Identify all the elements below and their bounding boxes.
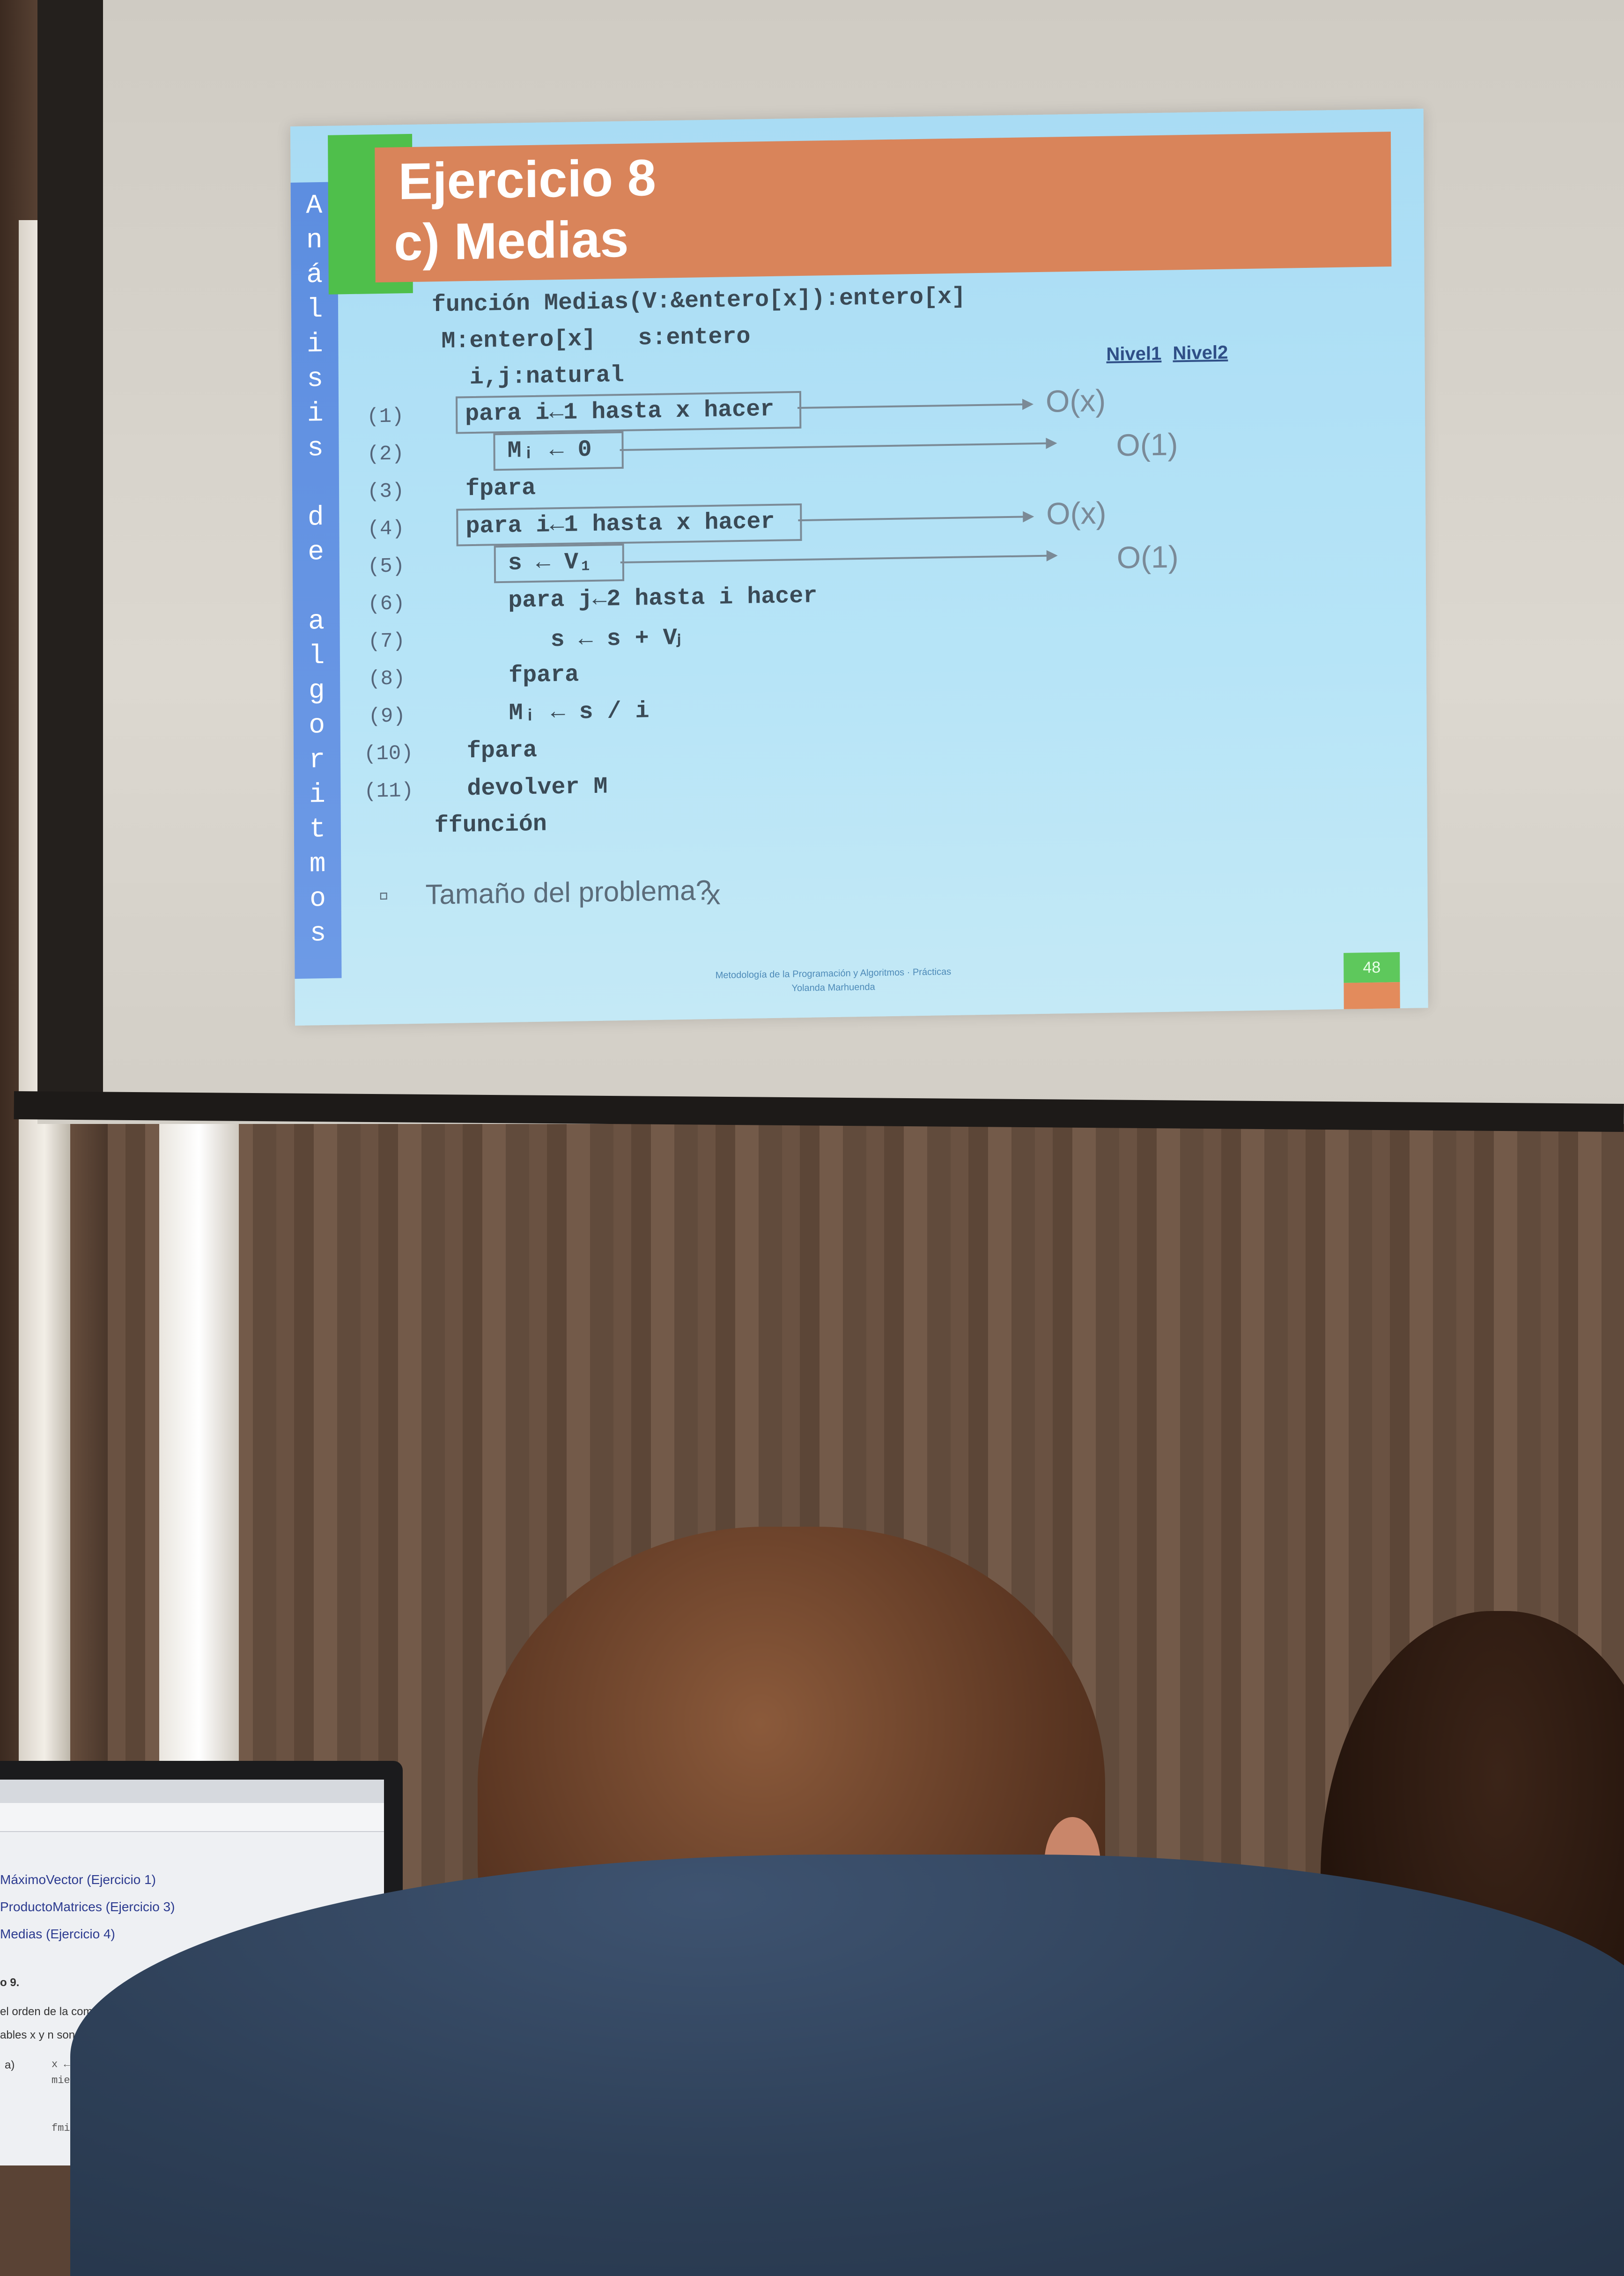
- presentation-slide: A n á l i s i s d e a l g o r i t m o s …: [290, 108, 1428, 1026]
- link-item[interactable]: ProductoMatrices (Ejercicio 3): [0, 1899, 175, 1914]
- line-number: (5): [367, 554, 405, 579]
- code-line: fpara: [465, 474, 536, 503]
- code-line: Mᵢ ← 0: [507, 436, 592, 465]
- line-number: (2): [367, 442, 405, 466]
- code-line: para i←1 hasta x hacer: [465, 508, 775, 540]
- side-letter: m: [309, 849, 326, 880]
- code-line: para i←1 hasta x hacer: [465, 396, 775, 428]
- side-letter: l: [306, 294, 323, 325]
- function-end: ffunción: [434, 811, 547, 840]
- line-number: (1): [367, 405, 404, 429]
- line-number: (8): [368, 667, 406, 691]
- side-letter: s: [307, 363, 324, 395]
- variable-declaration: i,j:natural: [469, 362, 624, 392]
- code-line: s ← s + Vⱼ: [550, 625, 681, 654]
- side-letter: t: [309, 814, 326, 845]
- line-number: (11): [364, 779, 414, 804]
- page-number: 48: [1343, 952, 1400, 983]
- nivel1-label: Nivel1: [1106, 343, 1162, 365]
- student-hoodie: [70, 1855, 1624, 2276]
- arrow: [797, 403, 1032, 409]
- white-pillar: [159, 1119, 239, 1812]
- side-letter: o: [309, 710, 325, 741]
- variable-declaration: M:entero[x] s:entero: [441, 323, 751, 355]
- side-letter: o: [310, 884, 326, 915]
- side-letter: i: [306, 329, 324, 360]
- problem-size-question: Tamaño del problema?: [425, 874, 712, 910]
- code-line: fpara: [466, 737, 538, 765]
- line-number: (6): [368, 592, 405, 616]
- side-letter: e: [308, 537, 325, 568]
- slide-subtitle: c) Medias: [393, 210, 629, 272]
- code-line: fpara: [508, 661, 579, 689]
- slide-title: Ejercicio 8: [398, 148, 657, 211]
- browser-address-bar[interactable]: [0, 1803, 384, 1832]
- arrow: [620, 442, 1056, 451]
- side-letter: l: [308, 641, 325, 672]
- order-label: O(1): [1116, 427, 1178, 463]
- arrow: [798, 516, 1033, 522]
- code-line: Mᵢ ← s / i: [509, 698, 650, 727]
- order-label: O(1): [1116, 539, 1179, 575]
- problem-size-answer: x: [706, 879, 721, 911]
- side-letter: i: [307, 398, 324, 429]
- side-letter: i: [309, 779, 326, 811]
- bullet-icon: ▫: [378, 879, 389, 911]
- line-number: (3): [367, 480, 405, 504]
- order-label: O(x): [1046, 495, 1107, 531]
- section-heading: o 9.: [0, 1976, 20, 1989]
- side-strip: A n á l i s i s d e a l g o r i t m o s: [290, 182, 342, 979]
- nivel2-label: Nivel2: [1173, 342, 1228, 364]
- item-label: a): [5, 2059, 15, 2071]
- arrow: [620, 554, 1056, 564]
- link-item[interactable]: MáximoVector (Ejercicio 1): [0, 1872, 156, 1887]
- side-letter: s: [310, 918, 326, 949]
- side-letter: g: [308, 675, 325, 707]
- line-number: (9): [368, 704, 406, 729]
- code-line: s ← V₁: [508, 548, 593, 577]
- code-line: para j←2 hasta i hacer: [508, 583, 818, 614]
- line-number: (7): [368, 629, 406, 654]
- side-letter: d: [307, 502, 324, 533]
- side-letter: r: [309, 745, 325, 776]
- browser-tab-bar[interactable]: [0, 1780, 384, 1803]
- order-label: O(x): [1045, 383, 1106, 419]
- code-line: devolver M: [467, 773, 608, 803]
- slide-footer-author: Yolanda Marhuenda: [791, 982, 875, 994]
- link-item[interactable]: Medias (Ejercicio 4): [0, 1927, 115, 1942]
- side-letter: a: [308, 606, 325, 637]
- function-signature: función Medias(V:&entero[x]):entero[x]: [431, 283, 966, 319]
- line-number: (4): [367, 517, 405, 541]
- side-letter: s: [307, 433, 324, 464]
- screen-border: [37, 0, 103, 1115]
- line-number: (10): [363, 742, 413, 766]
- page-badge-accent: [1343, 982, 1400, 1009]
